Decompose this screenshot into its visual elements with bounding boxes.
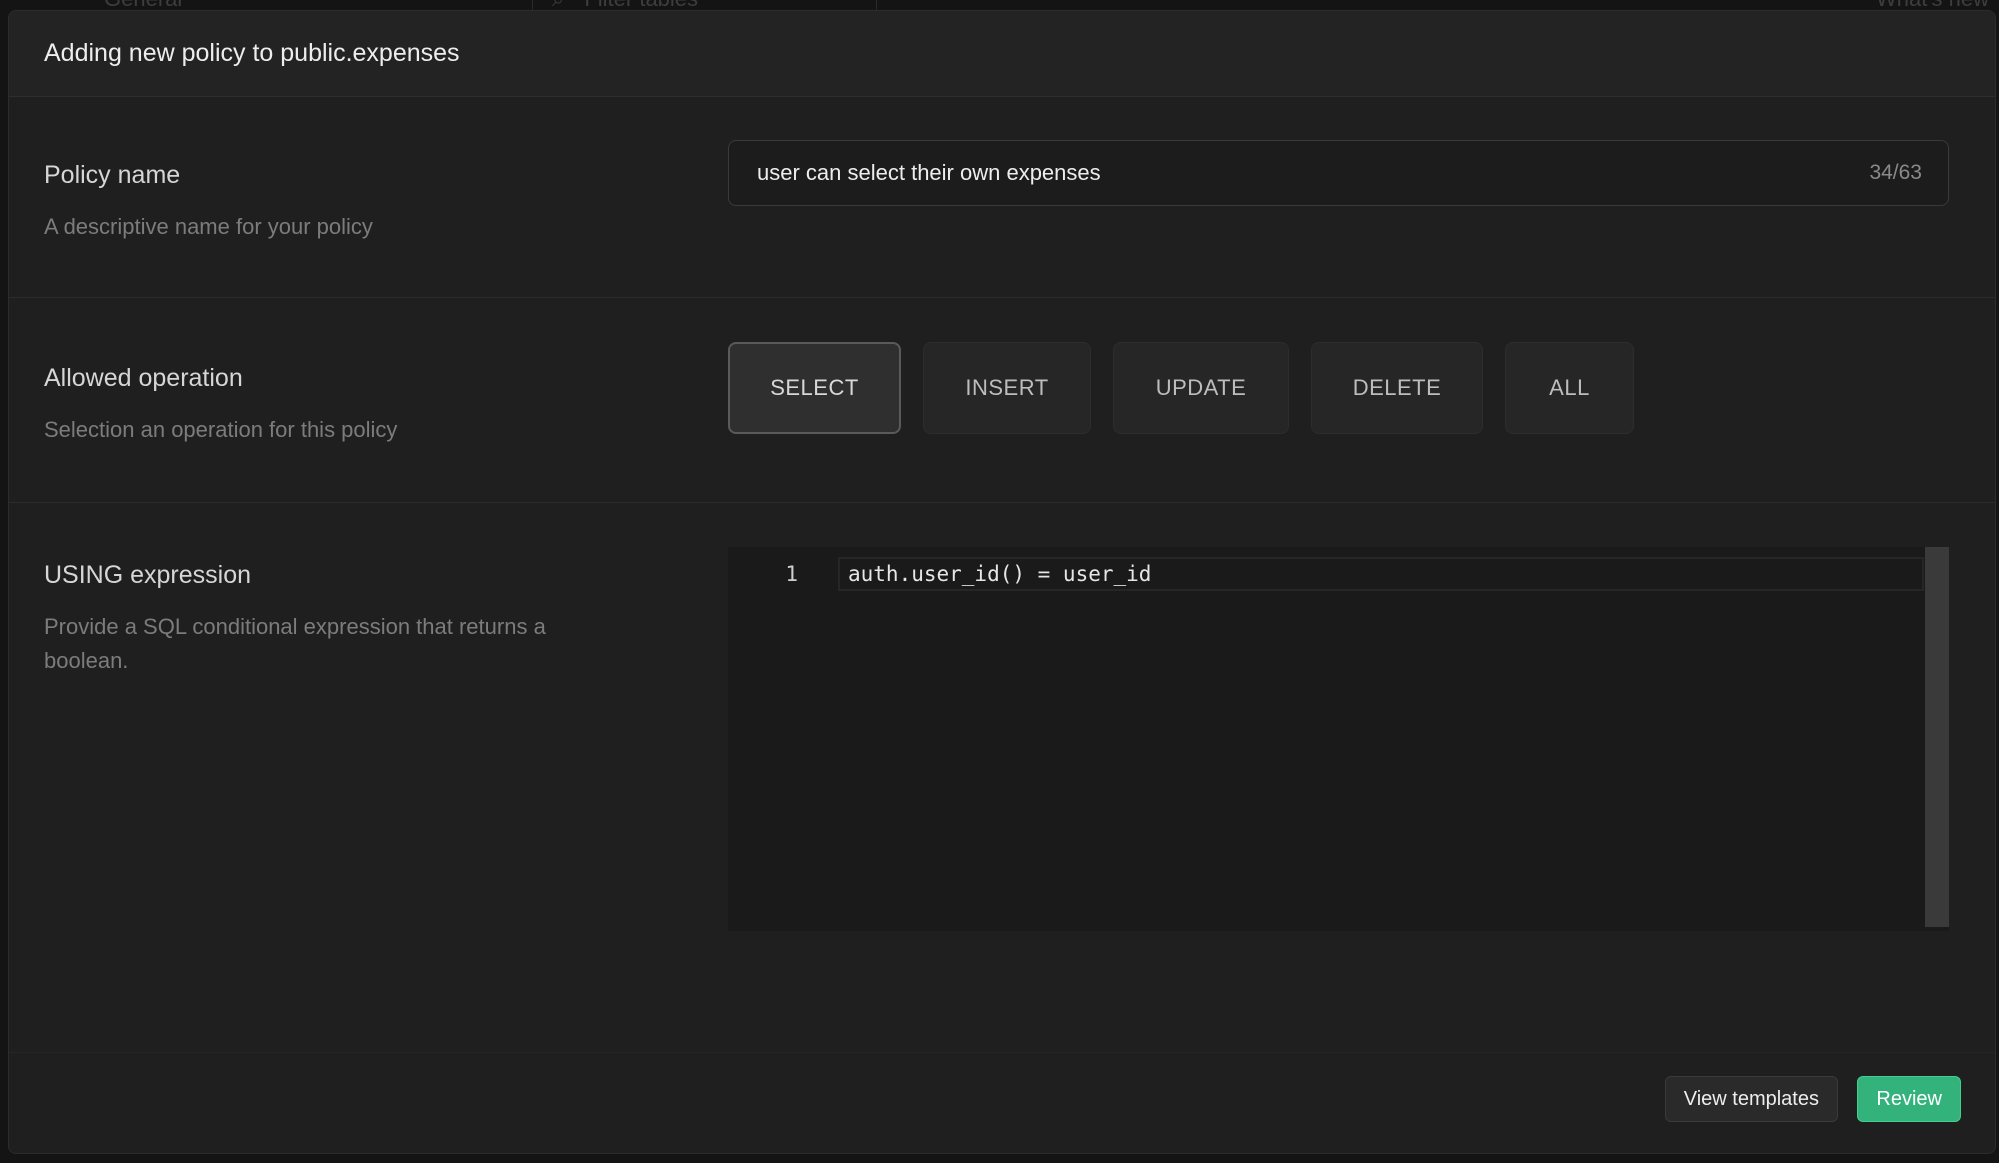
- policy-name-title: Policy name: [44, 161, 181, 189]
- using-expression-title: USING expression: [44, 561, 252, 589]
- modal-header: Adding new policy to public.expenses: [9, 11, 1995, 97]
- using-expression-label-group: USING expression Provide a SQL condition…: [44, 561, 634, 678]
- line-code[interactable]: auth.user_id() = user_id: [848, 562, 1151, 586]
- line-number: 1: [785, 562, 798, 586]
- using-expression-description: Provide a SQL conditional expression tha…: [44, 614, 546, 673]
- operation-update-button[interactable]: UPDATE: [1113, 342, 1289, 434]
- policy-name-char-count: 34/63: [1869, 161, 1922, 184]
- editor-scrollbar[interactable]: [1925, 547, 1949, 927]
- allowed-operation-label-group: Allowed operation Selection an operation…: [44, 364, 624, 447]
- modal-footer: View templates Review: [9, 1047, 1995, 1153]
- operation-options: SELECT INSERT UPDATE DELETE ALL: [728, 342, 1634, 434]
- background-divider: [876, 0, 877, 10]
- view-templates-button[interactable]: View templates: [1664, 1076, 1838, 1122]
- policy-name-description: A descriptive name for your policy: [44, 214, 373, 239]
- background-divider: [532, 0, 533, 10]
- operation-insert-button[interactable]: INSERT: [923, 342, 1091, 434]
- review-button[interactable]: Review: [1857, 1076, 1961, 1122]
- sql-editor[interactable]: 1 auth.user_id() = user_id: [728, 547, 1949, 931]
- operation-delete-button[interactable]: DELETE: [1311, 342, 1483, 434]
- operation-select-button[interactable]: SELECT: [728, 342, 901, 434]
- policy-name-label-group: Policy name A descriptive name for your …: [44, 161, 624, 244]
- policy-name-input[interactable]: user can select their own expenses 34/63: [728, 140, 1949, 206]
- operation-all-button[interactable]: ALL: [1505, 342, 1634, 434]
- modal-title: Adding new policy to public.expenses: [44, 39, 460, 67]
- editor-line[interactable]: 1 auth.user_id() = user_id: [728, 557, 1924, 591]
- allowed-operation-title: Allowed operation: [44, 364, 243, 392]
- policy-name-value[interactable]: user can select their own expenses: [757, 160, 1101, 186]
- allowed-operation-description: Selection an operation for this policy: [44, 417, 398, 442]
